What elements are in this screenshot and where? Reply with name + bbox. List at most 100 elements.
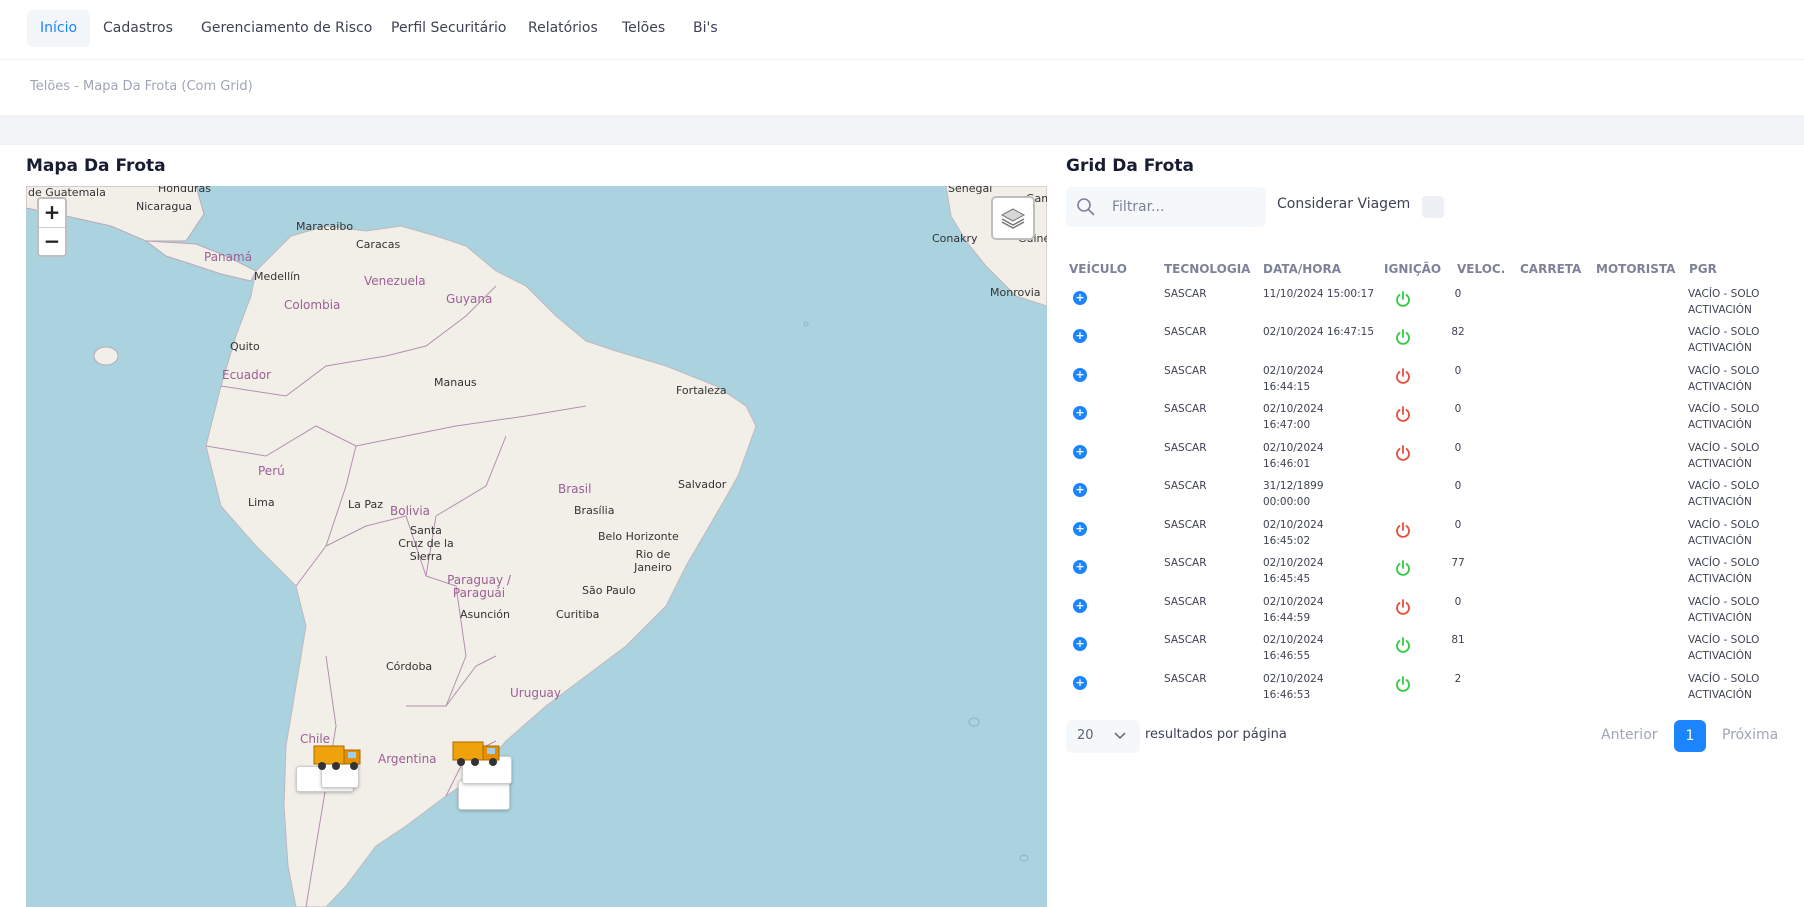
power-on-icon xyxy=(1396,329,1410,345)
results-per-page-label: resultados por página xyxy=(1145,727,1287,742)
pgr-cell: VACÍO - SOLO xyxy=(1688,403,1760,415)
table-row[interactable]: + SASCAR 02/10/2024 16:45:02 0 VACÍO - SOLO AC… xyxy=(1066,517,1796,555)
technology-cell: SASCAR xyxy=(1164,326,1207,338)
column-header-carreta[interactable]: CARRETA xyxy=(1520,262,1581,276)
map-label: Curitiba xyxy=(556,608,600,621)
fleet-map[interactable]: de Guatemala Honduras Nicaragua Maracaib… xyxy=(26,186,1047,907)
map-base-layer xyxy=(26,186,1047,907)
nav-item-cadastros[interactable]: Cadastros xyxy=(90,10,186,47)
power-on-icon xyxy=(1396,637,1410,653)
nav-item-teloes[interactable]: Telões xyxy=(609,10,678,47)
page-size-value: 20 xyxy=(1077,728,1094,743)
date-cell: 02/10/2024 xyxy=(1263,557,1324,569)
consider-trip-checkbox[interactable] xyxy=(1422,196,1444,218)
column-header-ignicao[interactable]: IGNIÇÃO xyxy=(1384,262,1441,276)
map-label: Venezuela xyxy=(364,274,426,288)
consider-trip-label: Considerar Viagem xyxy=(1277,196,1411,212)
table-row[interactable]: + SASCAR 02/10/2024 16:44:15 0 VACÍO - SOLO AC… xyxy=(1066,363,1796,401)
search-field[interactable] xyxy=(1066,187,1266,227)
expand-row-icon[interactable]: + xyxy=(1073,445,1087,459)
power-off-icon xyxy=(1396,406,1410,422)
expand-row-icon[interactable]: + xyxy=(1073,406,1087,420)
vehicle-popup[interactable] xyxy=(458,780,510,810)
time-cell: 16:44:59 xyxy=(1263,612,1311,624)
expand-row-icon[interactable]: + xyxy=(1073,637,1087,651)
pgr-cell: VACÍO - SOLO xyxy=(1688,480,1760,492)
nav-item-relatorios[interactable]: Relatórios xyxy=(515,10,611,47)
time-cell: 16:45:45 xyxy=(1263,573,1311,585)
pgr-cell-line2: ACTIVACIÓN xyxy=(1688,535,1752,547)
table-row[interactable]: + SASCAR 02/10/2024 16:47:15 82 VACÍO - SOLO… xyxy=(1066,324,1796,362)
table-row[interactable]: + SASCAR 02/10/2024 16:44:59 0 VACÍO - SOLO AC… xyxy=(1066,594,1796,632)
map-label: Argentina xyxy=(378,752,437,766)
map-label: Manaus xyxy=(434,376,477,389)
current-page-button[interactable]: 1 xyxy=(1674,720,1706,752)
zoom-out-button[interactable]: − xyxy=(39,228,65,257)
column-header-tecnologia[interactable]: TECNOLOGIA xyxy=(1164,262,1250,276)
truck-icon[interactable] xyxy=(451,734,505,770)
nav-item-bis[interactable]: Bi's xyxy=(680,10,731,47)
expand-row-icon[interactable]: + xyxy=(1073,560,1087,574)
subheader: Telões - Mapa Da Frota (Com Grid) xyxy=(0,61,1804,115)
zoom-in-button[interactable]: + xyxy=(39,199,65,228)
speed-cell: 0 xyxy=(1454,480,1462,492)
layers-button[interactable] xyxy=(991,196,1035,240)
map-label: Ecuador xyxy=(222,368,272,382)
expand-row-icon[interactable]: + xyxy=(1073,599,1087,613)
table-row[interactable]: + SASCAR 31/12/1899 00:00:00 0 VACÍO - SOLO AC… xyxy=(1066,478,1796,516)
expand-row-icon[interactable]: + xyxy=(1073,329,1087,343)
pgr-cell-line2: ACTIVACIÓN xyxy=(1688,650,1752,662)
pgr-cell-line2: ACTIVACIÓN xyxy=(1688,573,1752,585)
map-label: Perú xyxy=(258,464,285,478)
search-input[interactable] xyxy=(1112,195,1257,219)
table-row[interactable]: + SASCAR 02/10/2024 16:46:53 2 VACÍO - SOLO AC… xyxy=(1066,671,1796,709)
power-on-icon xyxy=(1396,560,1410,576)
column-header-veloc[interactable]: VELOC. xyxy=(1457,262,1505,276)
expand-row-icon[interactable]: + xyxy=(1073,676,1087,690)
column-header-veiculo[interactable]: VEÍCULO xyxy=(1069,262,1127,276)
next-page-button[interactable]: Próxima xyxy=(1722,727,1778,743)
technology-cell: SASCAR xyxy=(1164,442,1207,454)
map-label: Monrovia xyxy=(990,286,1041,299)
expand-row-icon[interactable]: + xyxy=(1073,522,1087,536)
technology-cell: SASCAR xyxy=(1164,596,1207,608)
column-header-pgr[interactable]: PGR xyxy=(1689,262,1717,276)
search-icon xyxy=(1077,198,1095,216)
table-row[interactable]: + SASCAR 02/10/2024 16:46:55 81 VACÍO - SOLO A… xyxy=(1066,632,1796,670)
map-label: São Paulo xyxy=(582,584,636,597)
nav-item-gerenciamento-de-risco[interactable]: Gerenciamento de Risco xyxy=(188,10,385,47)
pgr-cell-line2: ACTIVACIÓN xyxy=(1688,381,1752,393)
expand-row-icon[interactable]: + xyxy=(1073,483,1087,497)
separator-band xyxy=(0,115,1804,145)
column-header-motorista[interactable]: MOTORISTA xyxy=(1596,262,1675,276)
map-label: Asunción xyxy=(460,608,511,621)
nav-item-inicio[interactable]: Início xyxy=(27,10,91,47)
expand-row-icon[interactable]: + xyxy=(1073,291,1087,305)
map-label: Conakry xyxy=(932,232,978,245)
speed-cell: 82 xyxy=(1451,326,1465,338)
pgr-cell-line2: ACTIVACIÓN xyxy=(1688,342,1752,354)
table-row[interactable]: + SASCAR 02/10/2024 16:45:45 77 VACÍO - SOLO A… xyxy=(1066,555,1796,593)
date-cell: 31/12/1899 xyxy=(1263,480,1324,492)
table-row[interactable]: + SASCAR 02/10/2024 16:46:01 0 VACÍO - SOLO AC… xyxy=(1066,440,1796,478)
pgr-cell: VACÍO - SOLO xyxy=(1688,596,1760,608)
page-size-select[interactable]: 20 xyxy=(1066,720,1140,753)
truck-icon[interactable] xyxy=(312,738,366,774)
table-row[interactable]: + SASCAR 02/10/2024 16:47:00 0 VACÍO - SOLO AC… xyxy=(1066,401,1796,439)
table-row[interactable]: + SASCAR 11/10/2024 15:00:17 0 VACÍO - SOLO A… xyxy=(1066,286,1796,324)
previous-page-button[interactable]: Anterior xyxy=(1601,727,1658,743)
map-label: Caracas xyxy=(356,238,401,251)
speed-cell: 81 xyxy=(1451,634,1465,646)
speed-cell: 0 xyxy=(1454,365,1462,377)
technology-cell: SASCAR xyxy=(1164,365,1207,377)
column-header-data-hora[interactable]: DATA/HORA xyxy=(1263,262,1341,276)
map-label: Uruguay xyxy=(510,686,561,700)
date-cell: 02/10/2024 xyxy=(1263,634,1324,646)
map-label: Paraguay / Paraguái xyxy=(447,573,511,600)
power-off-icon xyxy=(1396,368,1410,384)
nav-item-perfil-securitario[interactable]: Perfil Securitário xyxy=(378,10,519,47)
map-label: Rio de Janeiro xyxy=(634,548,672,574)
expand-row-icon[interactable]: + xyxy=(1073,368,1087,382)
map-label: Fortaleza xyxy=(676,384,727,397)
date-cell: 11/10/2024 15:00:17 xyxy=(1263,288,1375,300)
